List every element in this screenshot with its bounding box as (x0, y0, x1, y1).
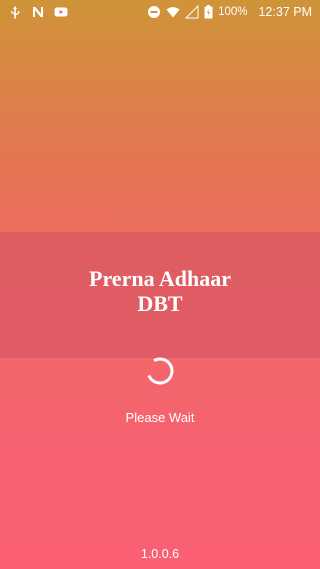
wifi-icon (166, 5, 180, 19)
youtube-icon (54, 5, 68, 19)
loading-text: Please Wait (125, 410, 195, 425)
do-not-disturb-icon (147, 5, 161, 19)
usb-icon (8, 5, 22, 19)
clock: 12:37 PM (258, 5, 312, 19)
app-title: Prerna Adhaar DBT (0, 266, 320, 316)
battery-percent: 100% (218, 6, 248, 18)
app-version: 1.0.0.6 (140, 547, 180, 561)
status-bar: 100% 12:37 PM (0, 0, 320, 24)
n-notification-icon (31, 5, 45, 19)
app-title-line-2: DBT (137, 291, 183, 316)
battery-icon (204, 5, 213, 19)
loading-spinner (145, 356, 175, 386)
no-signal-icon (185, 5, 199, 19)
status-bar-left (8, 3, 68, 21)
status-bar-right: 100% 12:37 PM (147, 3, 312, 21)
app-title-line-1: Prerna Adhaar (89, 266, 231, 291)
